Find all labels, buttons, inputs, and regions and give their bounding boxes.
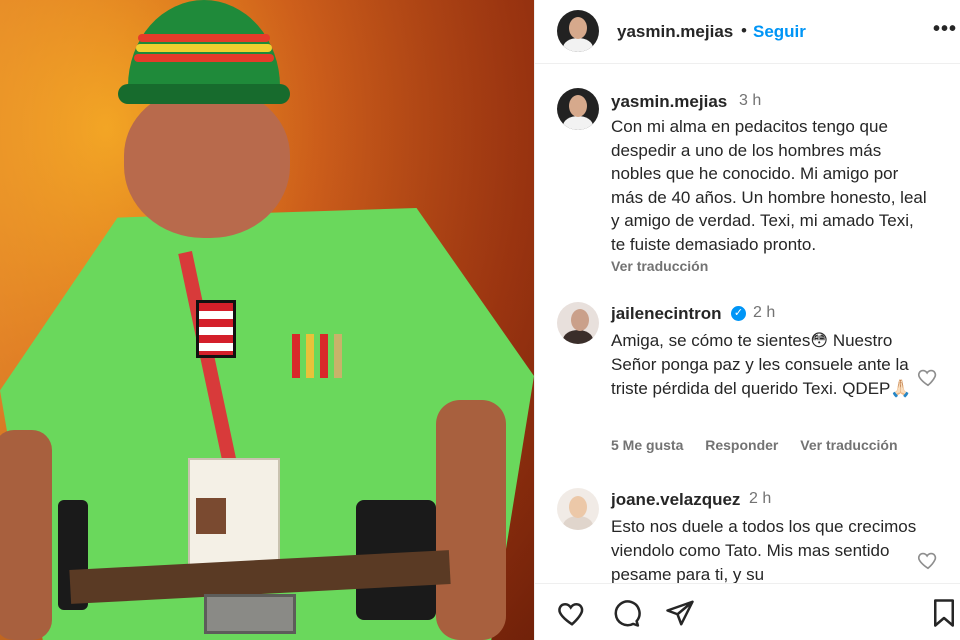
photo-id-badge-portrait <box>196 498 226 534</box>
comment-text: Amiga, se cómo te sientes😳 Nuestro Señor… <box>611 331 912 398</box>
avatar[interactable] <box>557 10 599 52</box>
photo-right-arm <box>436 400 506 640</box>
comment-translate-link[interactable]: Ver traducción <box>800 437 897 453</box>
comment-timestamp[interactable]: 2 h <box>749 490 771 508</box>
post-action-bar <box>535 583 960 640</box>
post-sidebar: yasmin.mejias • Seguir ••• yasmin.mejias… <box>534 0 960 640</box>
photo-flag-pin <box>196 300 236 358</box>
comment-icon[interactable] <box>611 598 641 628</box>
caption-username[interactable]: yasmin.mejias <box>611 92 727 112</box>
post-photo[interactable] <box>0 0 534 640</box>
caption-timestamp[interactable]: 3 h <box>739 92 761 110</box>
share-icon[interactable] <box>665 598 695 628</box>
avatar[interactable] <box>557 302 599 344</box>
post-header: yasmin.mejias • Seguir ••• <box>535 0 960 64</box>
header-separator: • <box>741 21 747 40</box>
comment-like-heart-icon[interactable] <box>917 366 939 388</box>
avatar[interactable] <box>557 488 599 530</box>
heart-icon[interactable] <box>557 598 587 628</box>
comment-actions: 5 Me gusta Responder Ver traducción <box>611 437 916 453</box>
photo-cap-stripe <box>136 44 272 52</box>
comment-timestamp[interactable]: 2 h <box>753 304 775 322</box>
more-options-icon[interactable]: ••• <box>933 18 957 41</box>
photo-cap-stripe <box>134 54 274 62</box>
comment-text: Esto nos duele a todos los que crecimos … <box>611 517 917 584</box>
caption-text: Con mi alma en pedacitos tengo que despe… <box>611 117 927 254</box>
comment-likes-count[interactable]: 5 Me gusta <box>611 437 683 453</box>
photo-cap-brim <box>118 84 290 104</box>
verified-badge-icon: ✓ <box>731 306 746 321</box>
photo-pens <box>292 334 348 378</box>
photo-belt-buckle <box>204 594 296 634</box>
photo-face <box>124 88 290 238</box>
bookmark-icon[interactable] <box>931 598 957 628</box>
comment-username[interactable]: jailenecintron <box>611 304 722 324</box>
comment-like-heart-icon[interactable] <box>917 549 939 571</box>
photo-left-arm <box>0 430 52 640</box>
header-username[interactable]: yasmin.mejias <box>617 22 733 42</box>
caption-translate-link[interactable]: Ver traducción <box>611 258 708 274</box>
avatar[interactable] <box>557 88 599 130</box>
follow-button[interactable]: Seguir <box>753 22 806 42</box>
reply-button[interactable]: Responder <box>705 437 778 453</box>
photo-cap-stripe <box>138 34 270 42</box>
comment-username[interactable]: joane.velazquez <box>611 490 740 510</box>
